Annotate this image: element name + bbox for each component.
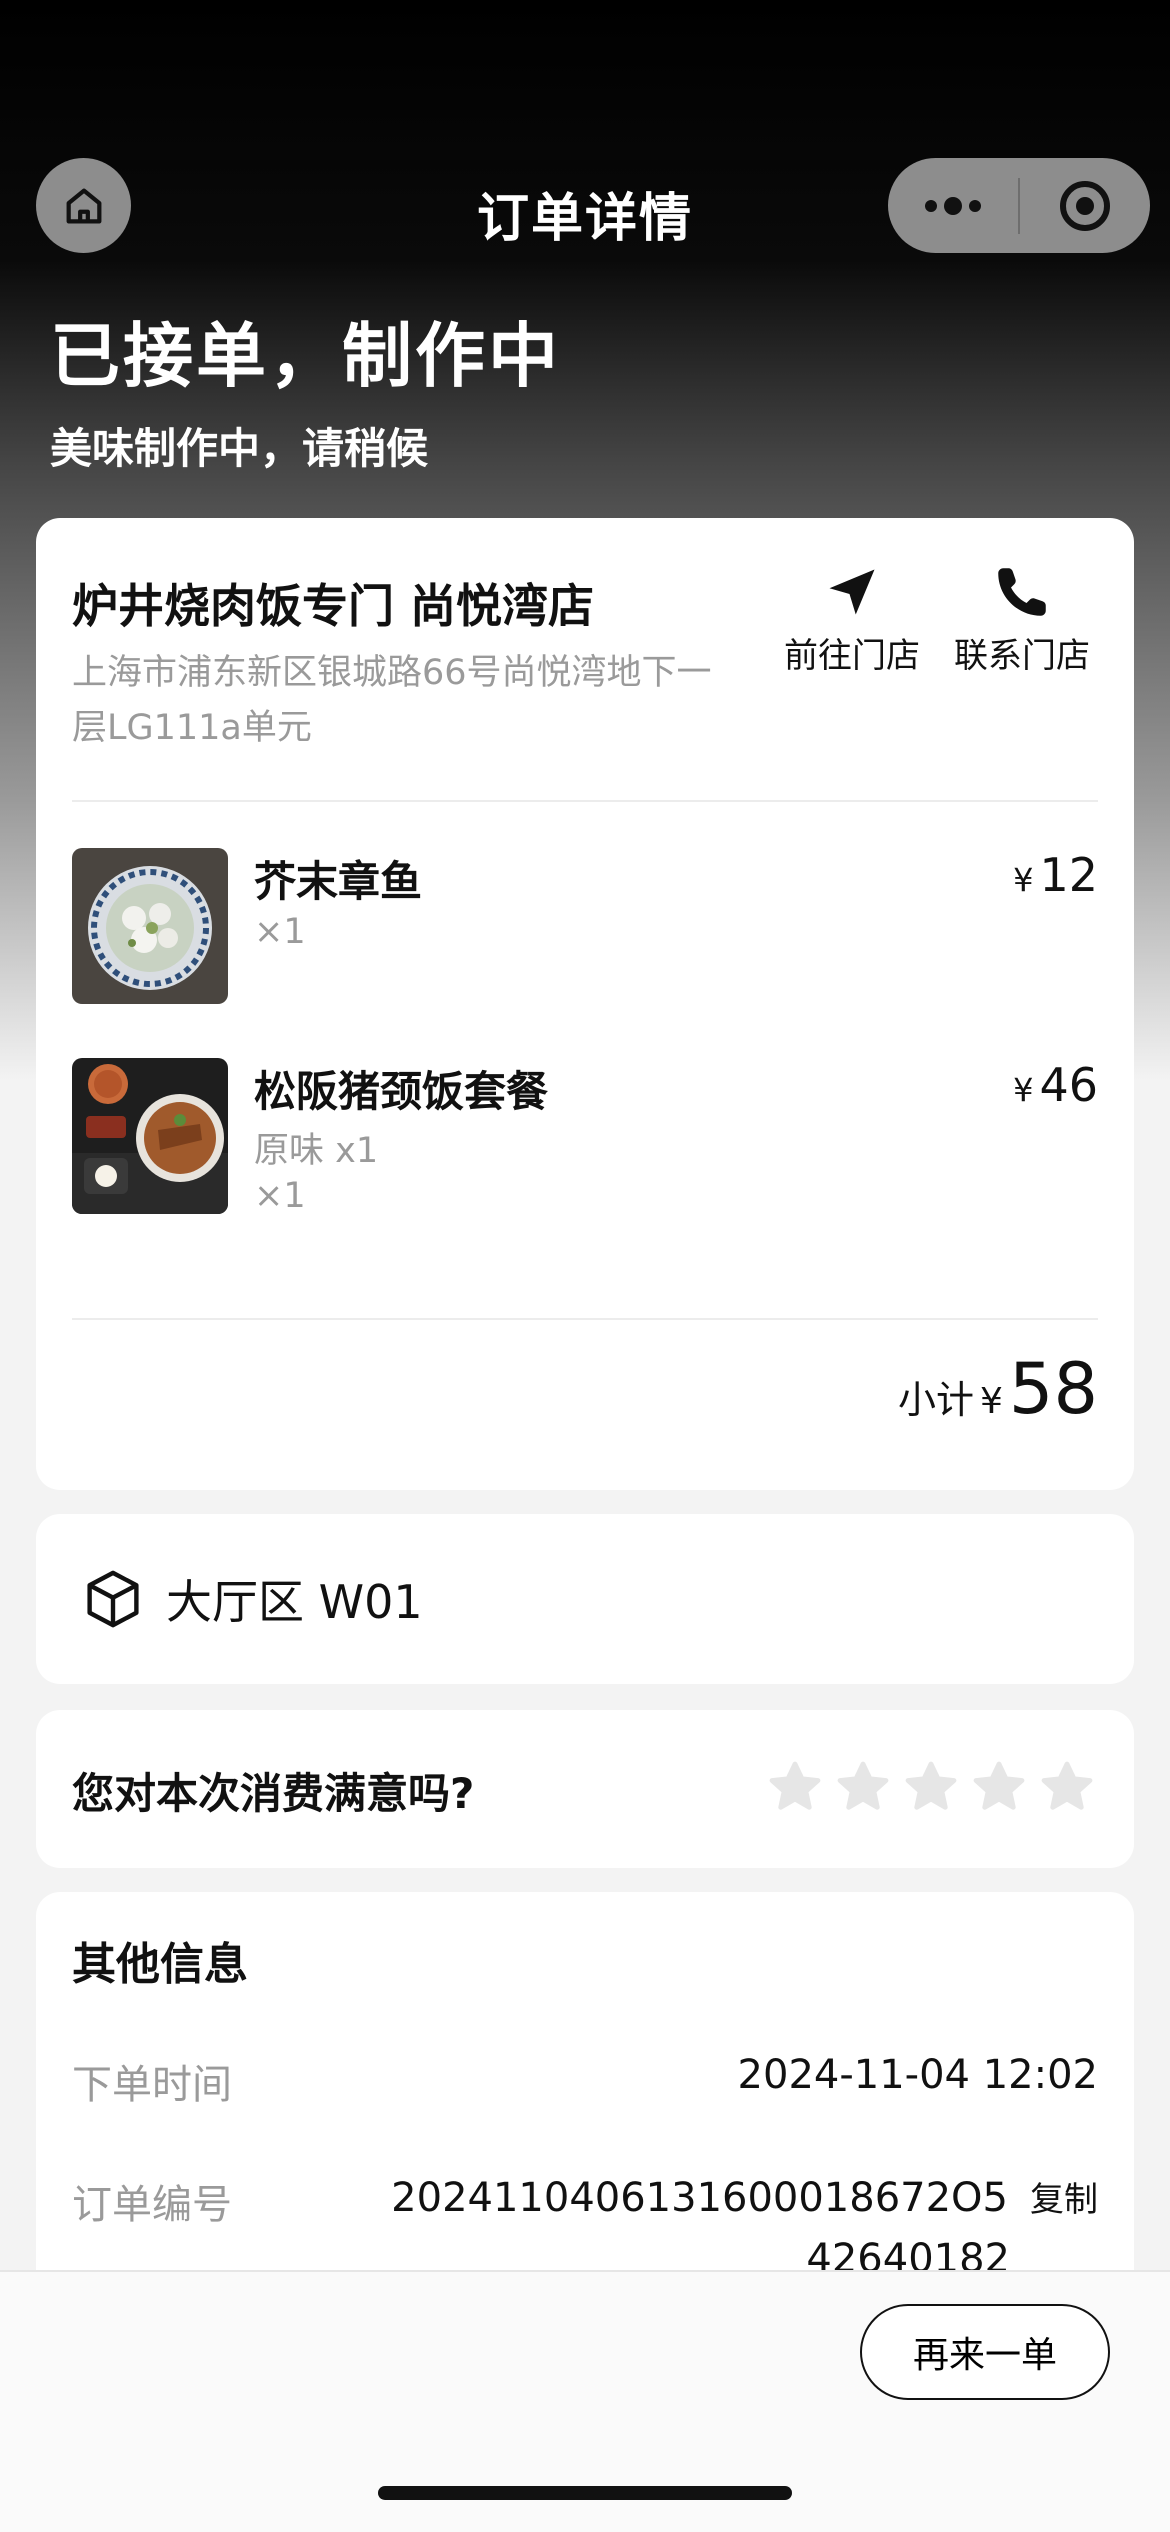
item-image xyxy=(72,848,228,1004)
subtotal-amount: 58 xyxy=(1008,1348,1098,1430)
star-icon[interactable] xyxy=(834,1758,892,1816)
star-icon[interactable] xyxy=(1038,1758,1096,1816)
star-icon[interactable] xyxy=(902,1758,960,1816)
subtotal-label: 小计 xyxy=(898,1378,975,1422)
star-rating xyxy=(766,1758,1096,1816)
table-label: 大厅区 W01 xyxy=(166,1575,423,1629)
item-quantity: ×1 xyxy=(254,1176,306,1216)
star-icon[interactable] xyxy=(766,1758,824,1816)
order-time-label: 下单时间 xyxy=(72,2062,232,2108)
divider xyxy=(72,1318,1098,1320)
price-value: 46 xyxy=(1039,1058,1098,1112)
item-quantity: ×1 xyxy=(254,912,306,952)
order-card: 炉井烧肉饭专门 尚悦湾店 上海市浦东新区银城路66号尚悦湾地下一层LG111a单… xyxy=(36,518,1134,1490)
contact-label: 联系门店 xyxy=(954,636,1090,676)
divider xyxy=(72,800,1098,802)
rating-card: 您对本次消费满意吗? xyxy=(36,1710,1134,1868)
reorder-button[interactable]: 再来一单 xyxy=(860,2304,1110,2400)
navigate-label: 前往门店 xyxy=(784,636,920,676)
store-name: 炉井烧肉饭专门 尚悦湾店 xyxy=(72,579,595,633)
price-value: 12 xyxy=(1039,848,1098,902)
currency-symbol: ¥ xyxy=(980,1381,1003,1422)
order-status-subtitle: 美味制作中，请稍候 xyxy=(50,424,429,473)
contact-store-button[interactable]: 联系门店 xyxy=(942,562,1102,677)
order-time-value: 2024-11-04 12:02 xyxy=(737,2052,1098,2098)
target-icon xyxy=(1060,180,1110,231)
subtotal: 小计 ¥ 58 xyxy=(898,1348,1098,1430)
order-number-line1: 2024110406131600018672O5 xyxy=(391,2175,1008,2221)
item-spec: 原味 x1 xyxy=(254,1131,379,1171)
home-indicator xyxy=(378,2486,792,2500)
currency-symbol: ¥ xyxy=(1013,861,1034,899)
phone-icon xyxy=(998,568,1046,616)
currency-symbol: ¥ xyxy=(1013,1071,1034,1109)
navigation-arrow-icon xyxy=(829,569,875,615)
cube-icon xyxy=(87,1570,139,1628)
item-image xyxy=(72,1058,228,1214)
table-card: 大厅区 W01 xyxy=(36,1514,1134,1684)
copy-button[interactable]: 复制 xyxy=(1030,2180,1098,2220)
item-price: ¥12 xyxy=(1013,848,1098,902)
star-icon[interactable] xyxy=(970,1758,1028,1816)
item-name: 松阪猪颈饭套餐 xyxy=(254,1067,549,1116)
order-status-title: 已接单，制作中 xyxy=(50,315,561,397)
order-number-label: 订单编号 xyxy=(72,2182,232,2228)
navigate-to-store-button[interactable]: 前往门店 xyxy=(772,562,932,677)
mini-program-capsule xyxy=(888,158,1150,253)
rating-question: 您对本次消费满意吗? xyxy=(72,1769,475,1818)
more-dots-icon xyxy=(925,196,981,215)
other-info-title: 其他信息 xyxy=(72,1939,248,1990)
order-item: 松阪猪颈饭套餐 原味 x1 ×1 ¥46 xyxy=(72,1058,1098,1238)
store-address: 上海市浦东新区银城路66号尚悦湾地下一层LG111a单元 xyxy=(72,653,712,748)
more-button[interactable] xyxy=(888,158,1018,253)
item-price: ¥46 xyxy=(1013,1058,1098,1112)
item-name: 芥末章鱼 xyxy=(254,857,423,906)
order-number-value: 2024110406131600018672O5 复制 xyxy=(391,2172,1098,2221)
navigation-bar: 订单详情 xyxy=(0,158,1170,258)
close-button[interactable] xyxy=(1020,158,1150,253)
order-item: 芥末章鱼 ×1 ¥12 xyxy=(72,848,1098,1008)
